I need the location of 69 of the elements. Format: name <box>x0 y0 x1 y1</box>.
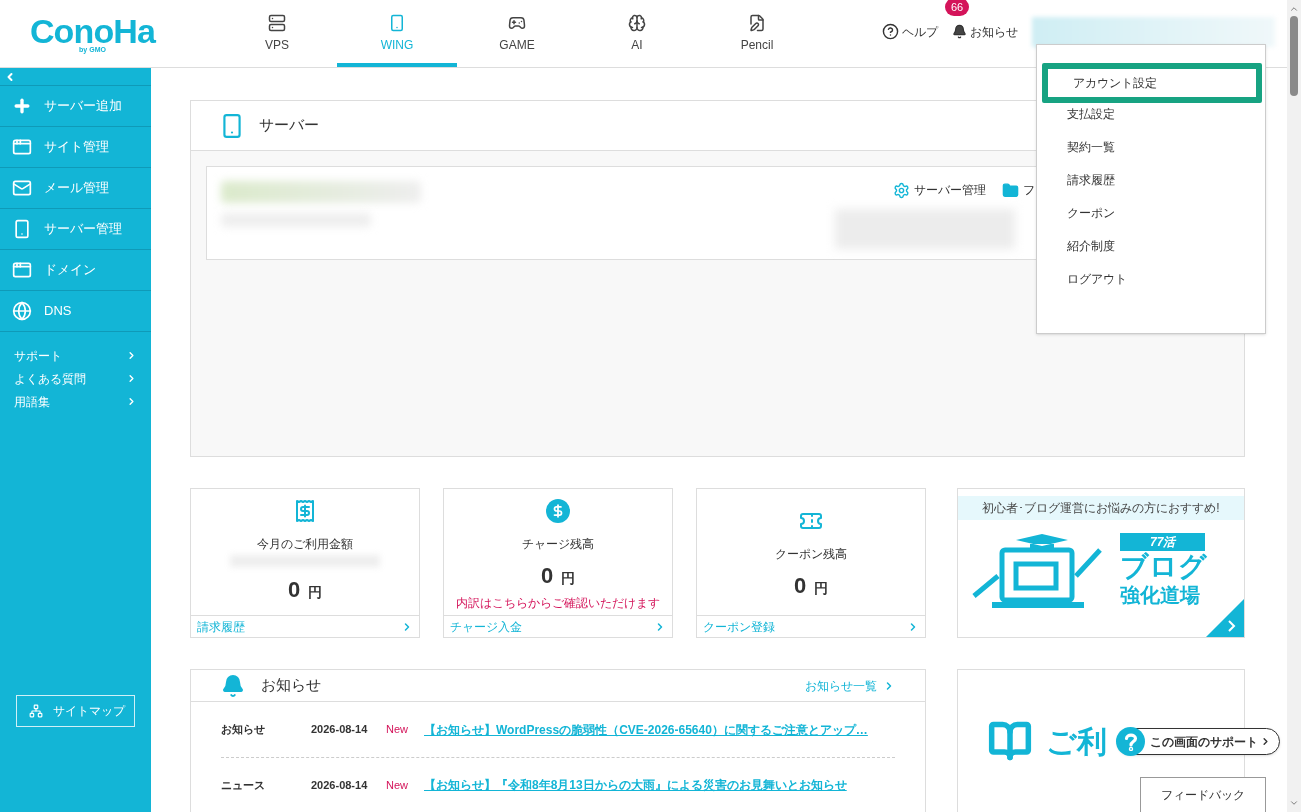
window-icon <box>12 260 32 280</box>
notification-count: 66 <box>945 0 970 16</box>
help-icon <box>882 23 899 40</box>
dropdown-item[interactable]: 請求履歴 <box>1042 163 1262 196</box>
chevron-right-icon <box>126 396 137 407</box>
pencil-icon <box>748 13 766 32</box>
help-link[interactable]: ヘルプ <box>882 22 938 41</box>
banner-title: ブログ <box>1120 551 1207 583</box>
brain-icon <box>628 13 646 32</box>
feedback-button[interactable]: フィードバック <box>1140 777 1266 812</box>
dropdown-item[interactable]: 契約一覧 <box>1042 130 1262 163</box>
support-button[interactable]: この画面のサポート <box>1117 728 1280 755</box>
corner-arrow-icon <box>1206 599 1244 637</box>
currency-unit: 円 <box>561 569 576 588</box>
folder-icon <box>1002 181 1019 199</box>
window-icon <box>12 137 32 157</box>
dollar-icon <box>546 499 570 523</box>
nav-tab[interactable]: GAME <box>457 0 577 67</box>
scrollbar-thumb[interactable] <box>1290 16 1298 96</box>
chevron-right-icon <box>126 350 137 361</box>
new-label: New <box>386 722 409 738</box>
banner-title: ご利 <box>1046 723 1107 760</box>
dropdown-item[interactable]: アカウント設定 <box>1042 63 1262 103</box>
gear-icon <box>893 181 910 199</box>
dropdown-item[interactable]: 紹介制度 <box>1042 229 1262 262</box>
chevron-right-icon <box>1260 736 1271 747</box>
chevron-right-icon <box>126 373 137 384</box>
server-icon <box>268 13 286 32</box>
banner-subtitle: 強化道場 <box>1120 583 1200 607</box>
scroll-down-icon <box>1289 798 1299 808</box>
panel-title: お知らせ <box>261 675 321 696</box>
phone-icon <box>12 219 32 239</box>
nav-tab[interactable]: AI <box>577 0 697 67</box>
stat-title: クーポン残高 <box>775 546 847 563</box>
news-date: 2026-08-14 <box>311 777 369 793</box>
currency-unit: 円 <box>308 583 323 602</box>
receipt-icon <box>293 499 317 523</box>
dropdown-item[interactable]: ログアウト <box>1042 262 1262 295</box>
account-name-blurred[interactable] <box>1032 16 1275 47</box>
nav-tab[interactable]: VPS <box>217 0 337 67</box>
news-category: お知らせ <box>221 722 266 738</box>
stat-amount: 0 <box>287 576 301 604</box>
question-icon <box>1116 727 1145 756</box>
stat-title: 今月のご利用金額 <box>257 536 353 553</box>
banner-tagline: 初心者･ブログ運営にお悩みの方におすすめ! <box>958 496 1244 520</box>
banner-badge: 77活 <box>1120 533 1206 551</box>
scroll-up-icon <box>1289 4 1299 14</box>
news-category: ニュース <box>221 777 266 793</box>
panel-title: サーバー <box>259 115 319 136</box>
bell-icon <box>952 24 967 39</box>
stat-amount: 0 <box>540 562 554 590</box>
stat-note: 内訳はこちらからご確認いただけます <box>456 595 660 612</box>
blog-banner[interactable]: 初心者･ブログ運営にお悩みの方におすすめ! 77活 ブログ 強化道場 <box>957 488 1245 638</box>
bell-icon <box>221 673 245 698</box>
new-label: New <box>386 777 409 793</box>
nav-tab[interactable]: Pencil <box>697 0 817 67</box>
sitemap-icon <box>29 704 43 718</box>
globe-icon <box>12 301 32 321</box>
currency-unit: 円 <box>814 579 829 598</box>
plus-icon <box>12 96 32 116</box>
stat-title: チャージ残高 <box>522 536 594 553</box>
server-action-link[interactable]: フ <box>1002 181 1035 199</box>
mail-icon <box>12 178 32 198</box>
news-date: 2026-08-14 <box>311 722 369 738</box>
phone-icon <box>388 13 406 32</box>
stat-amount: 0 <box>793 572 807 600</box>
server-action-link[interactable]: サーバー管理 <box>893 181 986 199</box>
dropdown-item[interactable]: クーポン <box>1042 196 1262 229</box>
logo: ConoHa <box>29 13 156 48</box>
